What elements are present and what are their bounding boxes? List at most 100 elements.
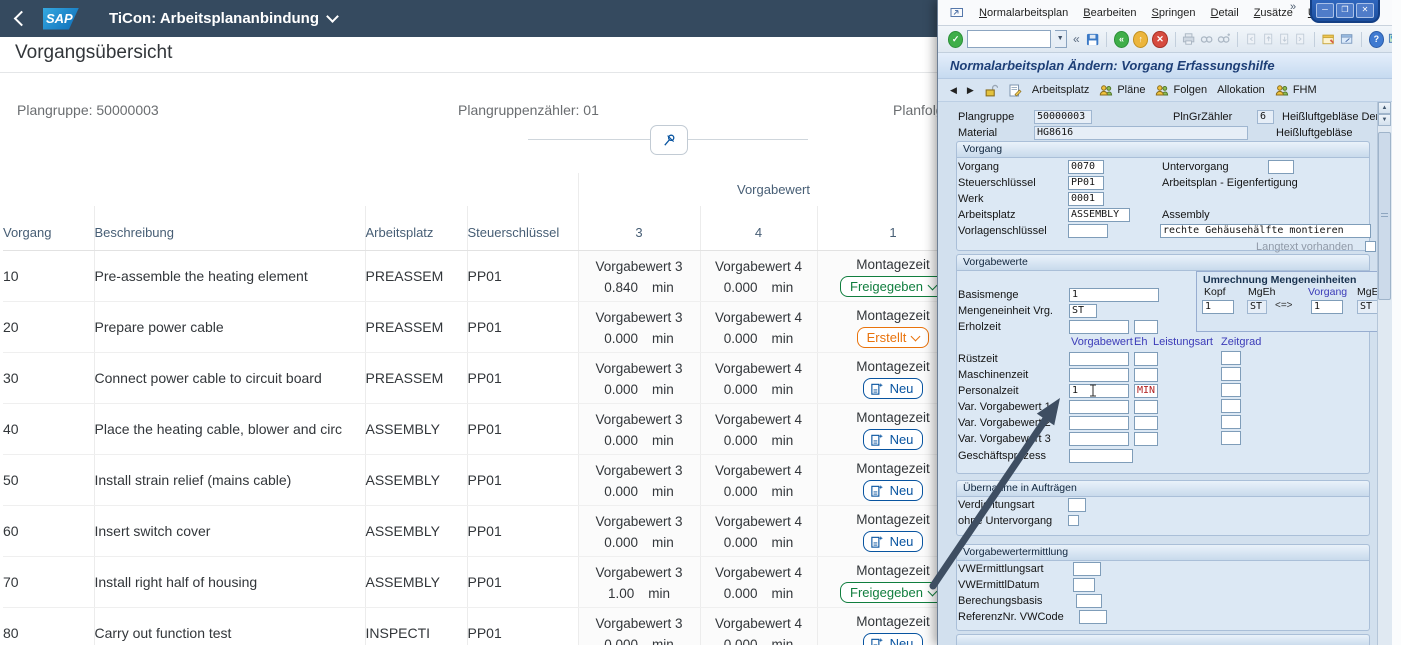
fhm-button[interactable]: FHM [1275,84,1317,96]
geschaeftsprozess-field[interactable] [1069,449,1133,463]
cancel-icon[interactable]: ✕ [1152,31,1167,48]
referenznr-field[interactable] [1079,610,1107,624]
scroll-up-icon[interactable]: ▲ [1378,102,1391,114]
var-vorgabewert2-field[interactable] [1069,416,1129,430]
maschinenzeit-field[interactable] [1069,368,1129,382]
status-select-released[interactable]: Freigegeben [840,582,946,603]
save-icon[interactable] [1086,32,1099,47]
maschinenzeit-unit-field[interactable] [1134,368,1158,382]
find-icon[interactable] [1200,32,1213,46]
mengeneinheit-field[interactable]: ST [1069,304,1097,318]
personalzeit-zeitgrad-field[interactable] [1221,383,1241,397]
app-title-menu[interactable]: TiCon: Arbeitsplananbindung [109,10,337,27]
steuerschluessel-field[interactable]: PP01 [1068,176,1104,190]
menu-springen[interactable]: Springen [1152,7,1196,19]
new-button[interactable]: Neu [863,378,924,399]
command-dropdown-icon[interactable]: ▼ [1055,30,1067,48]
next-arrow-icon[interactable]: ▶ [967,85,974,96]
menu-overflow-icon[interactable]: » [1290,1,1296,13]
pin-header-button[interactable] [650,125,688,155]
umrechnung-vorgang-unit-field[interactable]: ST [1357,300,1379,314]
erholzeit-unit-field[interactable] [1134,320,1158,334]
vwermittlungsart-field[interactable] [1073,562,1101,576]
var-vorgabewert2-zeitgrad-field[interactable] [1221,415,1241,429]
arbeitsplatz-button[interactable]: Arbeitsplatz [1032,84,1089,96]
basismenge-field[interactable]: 1 [1069,288,1159,302]
print-icon[interactable] [1182,32,1195,46]
var-vorgabewert1-unit-field[interactable] [1134,400,1158,414]
next-page-icon[interactable] [1278,32,1290,46]
menu-detail[interactable]: Detail [1211,7,1239,19]
status-select-created[interactable]: Erstellt [857,327,930,348]
beschreibung-field[interactable]: rechte Gehäusehälfte montieren [1160,224,1371,238]
last-page-icon[interactable] [1294,32,1306,46]
menu-zusaetze[interactable]: Zusätze [1254,7,1293,19]
allokation-button[interactable]: Allokation [1217,84,1265,96]
back-icon[interactable]: « [1114,31,1129,48]
umrechnung-kopf-unit-field[interactable]: ST [1247,300,1267,314]
menu-normalarbeitsplan[interactable]: Normalarbeitsplan [979,7,1068,19]
berechungsbasis-field[interactable] [1076,594,1102,608]
vorgang-field[interactable]: 0070 [1068,160,1104,174]
vertical-scrollbar[interactable]: ▲ ▼ [1377,102,1392,645]
menu-bearbeiten[interactable]: Bearbeiten [1083,7,1136,19]
verdichtungsart-field[interactable] [1068,498,1086,512]
var-vorgabewert2-unit-field[interactable] [1134,416,1158,430]
command-field[interactable] [967,30,1050,48]
maschinenzeit-zeitgrad-field[interactable] [1221,367,1241,381]
col-header-4[interactable]: 4 [700,206,817,251]
col-header-vorgang[interactable]: Vorgang [3,206,94,251]
var-vorgabewert3-unit-field[interactable] [1134,432,1158,446]
new-button[interactable]: Neu [863,429,924,450]
minimize-button[interactable]: ─ [1316,3,1334,18]
help-icon[interactable]: ? [1369,31,1384,48]
find-next-icon[interactable] [1217,32,1230,46]
col-header-beschreibung[interactable]: Beschreibung [94,206,365,251]
ohne-untervorgang-checkbox[interactable] [1068,515,1079,526]
var-vorgabewert3-field[interactable] [1069,432,1129,446]
plaene-button[interactable]: Pläne [1099,84,1145,96]
plngrzaehler-field[interactable]: 6 [1257,110,1274,124]
enter-check-icon[interactable]: ✓ [948,31,963,48]
werk-field[interactable]: 0001 [1068,192,1104,206]
ruestzeit-field[interactable] [1069,352,1129,366]
vwermittldatum-field[interactable] [1073,578,1095,592]
erholzeit-field[interactable] [1069,320,1129,334]
var-vorgabewert1-zeitgrad-field[interactable] [1221,399,1241,413]
ruestzeit-unit-field[interactable] [1134,352,1158,366]
col-header-3[interactable]: 3 [578,206,700,251]
var-vorgabewert3-zeitgrad-field[interactable] [1221,431,1241,445]
arbeitsplatz-field[interactable]: ASSEMBLY [1068,208,1130,222]
system-menu-icon[interactable] [950,7,964,18]
umrechnung-kopf-field[interactable]: 1 [1202,300,1234,314]
new-session-icon[interactable] [1322,32,1336,46]
col-header-arbeitsplatz[interactable]: Arbeitsplatz [365,206,467,251]
var-vorgabewert1-field[interactable] [1069,400,1129,414]
umrechnung-vorgang-field[interactable]: 1 [1311,300,1343,314]
col-header-steuerschluessel[interactable]: Steuerschlüssel [467,206,578,251]
new-button[interactable]: Neu [863,531,924,552]
plangruppe-field[interactable]: 50000003 [1034,110,1092,124]
maximize-button[interactable]: ❐ [1336,3,1354,18]
first-page-icon[interactable] [1245,32,1257,46]
new-button[interactable]: Neu [863,633,924,645]
lock-icon[interactable] [984,84,998,97]
vorlagenschluessel-field[interactable] [1068,224,1108,238]
close-button[interactable]: ✕ [1356,3,1374,18]
exit-icon[interactable]: ↑ [1133,31,1148,48]
create-shortcut-icon[interactable] [1340,32,1354,46]
status-select-released[interactable]: Freigegeben [840,276,946,297]
personalzeit-field[interactable]: 1 [1069,384,1129,398]
back-chevron-icon[interactable] [14,11,30,27]
folgen-button[interactable]: Folgen [1155,84,1207,96]
personalzeit-unit-field[interactable]: MIN [1134,384,1158,398]
previous-page-icon[interactable] [1262,32,1274,46]
ruestzeit-zeitgrad-field[interactable] [1221,351,1241,365]
prev-arrow-icon[interactable]: ◀ [950,85,957,96]
langtext-checkbox[interactable] [1365,241,1376,252]
edit-page-icon[interactable] [1008,84,1022,97]
material-field[interactable]: HG8616 [1034,126,1248,140]
scroll-down-icon[interactable]: ▼ [1378,114,1391,126]
new-button[interactable]: Neu [863,480,924,501]
collapse-icon[interactable]: « [1073,32,1080,46]
